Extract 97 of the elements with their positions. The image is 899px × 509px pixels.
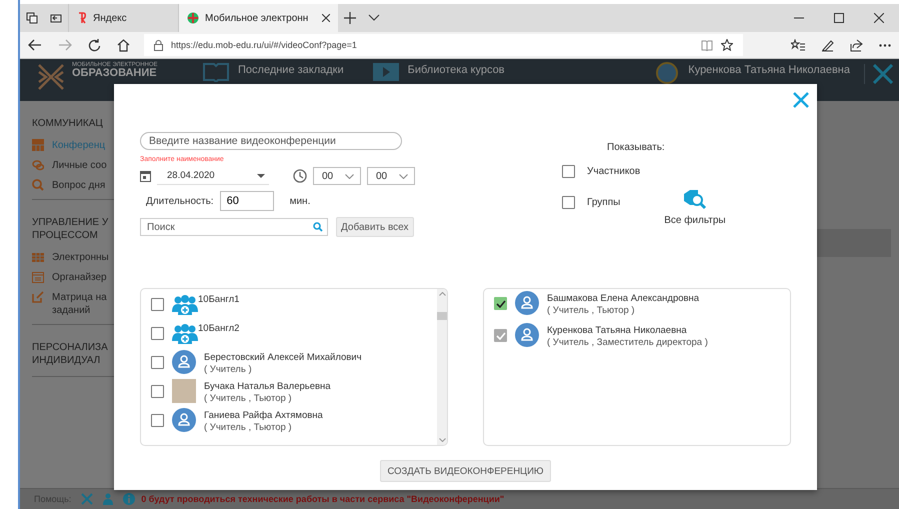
group-name: 10Бангл1 [198,294,240,305]
group-icon [172,323,198,345]
star-icon[interactable] [721,39,733,51]
duration-label: Длительность: [146,196,214,206]
notice-text: 0 будут проводиться технические работы в части сервиса "Видеоконференции" [141,494,504,504]
show-label: Показывать: [607,142,666,153]
person-role: ( Учитель , Тьютор ) [204,422,293,433]
checkbox[interactable] [151,356,164,369]
tab-title: Яндекс [93,12,127,24]
person-name: Ганиева Райфа Ахтямовна [204,410,323,421]
avatar-icon[interactable] [656,62,678,84]
logo-title: ОБРАЗОВАНИЕ [72,68,158,79]
clock-icon [293,169,307,183]
new-tab-icon[interactable] [344,12,356,24]
calendar-icon[interactable] [140,170,151,182]
sidebar-item[interactable]: Вопрос дня [52,178,106,192]
checkbox[interactable] [494,297,507,310]
site-logo-icon [187,12,199,24]
section-title: КОММУНИКАЦ [32,117,104,130]
search-field[interactable]: Поиск [140,218,328,236]
maximize-icon[interactable] [834,13,844,23]
y-logo-icon [77,12,87,24]
person-name: Башмакова Елена Александровна [547,293,700,304]
avatar-icon [172,350,196,374]
group-name: 10Бангл2 [198,323,240,334]
date-field[interactable]: 28.04.2020 [157,167,269,185]
tab-title: Мобильное электронн [205,12,308,24]
avatar-icon [515,323,539,347]
checkbox[interactable] [562,196,575,209]
name-field[interactable]: Введите название видеоконференции [140,132,402,150]
person-role: ( Учитель , Заместитель директора ) [547,337,708,348]
minute-select[interactable]: 00 [367,167,415,185]
home-icon[interactable] [117,38,130,52]
duration-field[interactable]: 60 [220,191,274,211]
back-arrow-icon[interactable] [28,39,42,51]
checkbox-label: Участников [587,166,640,177]
chevron-down-icon [345,174,354,178]
hour-select[interactable]: 00 [313,167,361,185]
scrollbar-thumb[interactable] [437,312,447,320]
chevron-down-icon [399,174,408,178]
checkbox[interactable] [151,414,164,427]
close-tab-icon[interactable] [322,14,330,22]
share-icon[interactable] [850,38,863,52]
logo-icon [36,62,66,92]
nav-link[interactable]: Последние закладки [238,64,344,76]
pen-icon[interactable] [821,38,834,52]
section-title: ПЕРСОНАЛИЗА ИНДИВИДУАЛ [32,340,109,368]
checkbox[interactable] [151,327,164,340]
minimize-icon[interactable] [794,17,804,19]
create-button[interactable]: СОЗДАТЬ ВИДЕОКОНФЕРЕНЦИЮ [380,460,551,482]
url-text: https://edu.mob-edu.ru/ui/#/videoConf?page=1 [171,40,357,50]
book-icon[interactable] [701,40,713,50]
browser-tab[interactable]: Мобильное электронн [178,4,338,32]
checkbox[interactable] [562,165,575,178]
photo-placeholder [172,379,196,403]
person-name: Берестовский Алексей Михайлович [204,352,362,363]
scrollbar[interactable] [437,289,447,445]
checkbox-label: Группы [587,197,620,208]
avatar-icon [172,408,196,432]
person-role: ( Учитель ) [204,364,253,375]
avatar-icon [515,291,539,315]
user-name[interactable]: Куренкова Татьяна Николаевна [688,64,850,76]
address-bar[interactable]: https://edu.mob-edu.ru/ui/#/videoConf?page=1 [144,34,743,56]
favorites-icon[interactable] [791,39,805,51]
section-title: УПРАВЛЕНИЕ У ПРОЦЕССОМ [32,216,110,242]
person-role: ( Учитель , Тьютор ) [547,305,636,316]
all-filters-link[interactable]: Все фильтры [664,215,726,226]
checkbox[interactable] [151,385,164,398]
caret-icon [257,174,265,178]
person-name: Куренкова Татьяна Николаевна [547,325,688,336]
checkbox[interactable] [151,298,164,311]
refresh-icon[interactable] [88,38,101,52]
tag-search-icon[interactable] [682,189,708,211]
more-icon[interactable] [879,44,891,46]
table-icon [32,250,44,262]
edit-icon [32,290,44,302]
close-icon[interactable] [874,13,884,23]
group-icon [32,138,44,150]
sidebar-item[interactable]: Личные соо [52,158,107,172]
person-name: Бучака Наталья Валерьевна [204,381,331,392]
chevron-up-icon[interactable] [438,292,446,296]
chevron-down-icon[interactable] [368,14,380,22]
tabs-icon[interactable] [26,12,38,24]
chat-icon [32,158,44,170]
add-all-button[interactable]: Добавить всех [336,217,414,237]
sidebar-item[interactable]: Электронны [52,250,109,264]
person-role: ( Учитель , Тьютор ) [204,393,293,404]
back-tab-icon[interactable] [50,12,62,24]
lock-icon [154,40,163,50]
unit-label: мин. [290,196,310,206]
nav-link[interactable]: Библиотека курсов [408,64,505,76]
search-icon [32,178,44,190]
calendar-icon [32,270,44,282]
sidebar-item[interactable]: Органайзер [52,270,107,284]
sidebar-item[interactable]: Матрица на заданий [52,290,107,316]
search-icon [313,222,323,232]
group-icon [172,294,198,316]
